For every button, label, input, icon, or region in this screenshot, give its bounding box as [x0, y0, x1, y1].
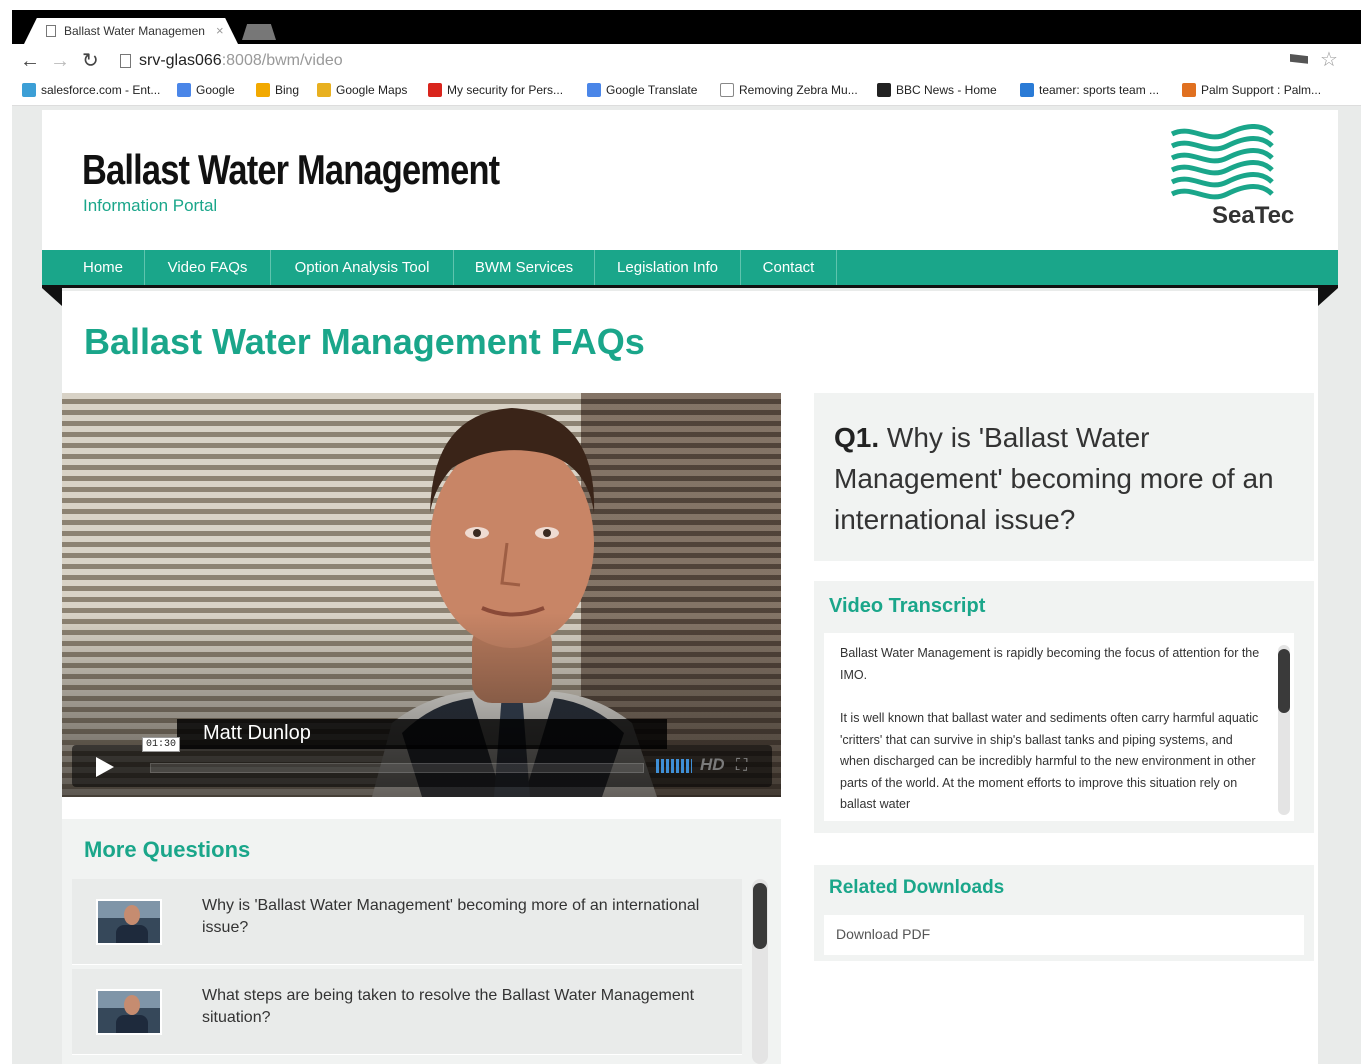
browser-toolbar: ← → ↻ srv-glas066:8008/bwm/video ☆ — [12, 44, 1361, 78]
bookmark-item[interactable]: Google Maps — [317, 83, 407, 97]
site-subtitle: Information Portal — [83, 196, 218, 215]
transcript-panel: Video Transcript Ballast Water Managemen… — [814, 581, 1314, 833]
nav-option-analysis-tool[interactable]: Option Analysis Tool — [271, 250, 454, 285]
new-tab-button[interactable] — [242, 24, 276, 40]
video-thumbnail[interactable] — [96, 989, 162, 1035]
speaker-name: Matt Dunlop — [203, 722, 311, 744]
forward-arrow-icon[interactable]: → — [50, 50, 70, 72]
bookmark-item[interactable]: Bing — [256, 83, 299, 97]
question-link[interactable]: Why is 'Ballast Water Management' becomi… — [202, 895, 722, 939]
content-area: Ballast Water Management FAQs Matt Dunlo… — [62, 291, 1318, 1064]
video-time: 01:30 — [142, 737, 181, 752]
logo-text: SeaTec — [1212, 202, 1295, 229]
bookmark-item[interactable]: salesforce.com - Ent... — [22, 83, 160, 97]
question-list-item[interactable]: Why is 'Ballast Water Management' becomi… — [72, 879, 742, 965]
bookmark-label: BBC News - Home — [896, 83, 997, 97]
bookmark-star-icon[interactable]: ☆ — [1320, 47, 1338, 72]
bookmark-item[interactable]: Google Translate — [587, 83, 697, 97]
nav-bwm-services[interactable]: BWM Services — [454, 250, 595, 285]
back-arrow-icon[interactable]: ← — [20, 50, 40, 72]
nav-video-faqs[interactable]: Video FAQs — [145, 250, 271, 285]
page-icon — [720, 83, 734, 97]
nav-legislation-info[interactable]: Legislation Info — [595, 250, 741, 285]
page-title: Ballast Water Management FAQs — [84, 321, 645, 362]
volume-icon[interactable] — [656, 759, 692, 773]
reload-icon[interactable]: ↻ — [82, 50, 99, 72]
video-player[interactable]: Matt Dunlop 01:30 HD ⛶ — [62, 393, 781, 797]
more-questions-panel: More Questions Why is 'Ballast Water Man… — [62, 819, 781, 1064]
question-panel: Q1. Why is 'Ballast Water Management' be… — [814, 393, 1314, 561]
bookmark-label: Google Translate — [606, 83, 698, 97]
video-controls: 01:30 HD ⛶ — [72, 737, 772, 787]
transcript-heading: Video Transcript — [829, 595, 986, 617]
google-icon — [177, 83, 191, 97]
transcript-scroll-thumb[interactable] — [1278, 649, 1290, 713]
bbc-icon — [877, 83, 891, 97]
bookmark-item[interactable]: Removing Zebra Mu... — [720, 83, 858, 97]
bookmark-label: Bing — [275, 83, 300, 97]
question-body: Why is 'Ballast Water Management' becomi… — [834, 422, 1274, 535]
maps-icon — [317, 83, 331, 97]
browser-tab-strip: Ballast Water Managemen × — [12, 10, 1361, 44]
url-text: srv-glas066:8008/bwm/video — [139, 52, 343, 69]
questions-scroll-thumb[interactable] — [753, 883, 767, 949]
bookmark-label: Google — [196, 83, 235, 97]
bookmark-label: Removing Zebra Mu... — [739, 83, 858, 97]
transcript-paragraph: It is well known that ballast water and … — [840, 711, 1259, 811]
main-nav: Home Video FAQs Option Analysis Tool BWM Se… — [42, 250, 1338, 288]
teamer-icon — [1020, 83, 1034, 97]
browser-tab-active[interactable]: Ballast Water Managemen × — [24, 18, 238, 44]
more-questions-heading: More Questions — [84, 837, 251, 862]
bookmark-item[interactable]: Google — [177, 83, 235, 97]
question-link[interactable]: What steps are being taken to resolve th… — [202, 985, 722, 1029]
question-number: Q1. — [834, 422, 880, 453]
page-icon — [46, 25, 56, 37]
site-header: Ballast Water Management Information Por… — [42, 110, 1338, 250]
transcript-text: Ballast Water Management is rapidly beco… — [840, 643, 1260, 838]
site-title[interactable]: Ballast Water Management — [82, 146, 500, 194]
address-bar[interactable]: srv-glas066:8008/bwm/video — [112, 50, 1282, 74]
video-progress-bar[interactable] — [150, 763, 644, 773]
translate-icon — [587, 83, 601, 97]
bookmark-item[interactable]: BBC News - Home — [877, 83, 997, 97]
palm-icon — [1182, 83, 1196, 97]
bookmark-item[interactable]: Palm Support : Palm... — [1182, 83, 1321, 97]
nav-contact[interactable]: Contact — [741, 250, 837, 285]
page-icon — [120, 54, 131, 68]
tab-title: Ballast Water Managemen — [64, 24, 205, 38]
video-thumbnail[interactable] — [96, 899, 162, 945]
bing-icon — [256, 83, 270, 97]
transcript-paragraph: Ballast Water Management is rapidly beco… — [840, 646, 1260, 682]
question-list-item[interactable]: What steps are being taken to resolve th… — [72, 969, 742, 1055]
bookmark-label: teamer: sports team ... — [1039, 83, 1160, 97]
question-text: Q1. Why is 'Ballast Water Management' be… — [834, 417, 1284, 540]
bookmark-label: Palm Support : Palm... — [1201, 83, 1322, 97]
bookmark-item[interactable]: teamer: sports team ... — [1020, 83, 1159, 97]
nav-home[interactable]: Home — [62, 250, 145, 285]
transcript-scrollbar[interactable] — [1278, 645, 1290, 815]
fullscreen-icon[interactable]: ⛶ — [736, 757, 747, 775]
bookmark-label: My security for Pers... — [447, 83, 564, 97]
security-icon — [428, 83, 442, 97]
related-downloads-panel: Related Downloads Download PDF — [814, 865, 1314, 961]
downloads-heading: Related Downloads — [829, 877, 1005, 898]
play-icon[interactable] — [96, 757, 114, 777]
downloads-list: Download PDF — [824, 915, 1304, 955]
close-icon[interactable]: × — [216, 23, 224, 38]
download-pdf-link[interactable]: Download PDF — [836, 926, 930, 942]
questions-scrollbar[interactable] — [752, 879, 768, 1064]
bookmark-label: salesforce.com - Ent... — [41, 83, 161, 97]
bookmark-label: Google Maps — [336, 83, 408, 97]
cloud-icon — [22, 83, 36, 97]
flag-icon[interactable] — [1290, 54, 1308, 64]
transcript-scroll-area[interactable]: Ballast Water Management is rapidly beco… — [824, 633, 1294, 821]
bookmarks-bar: salesforce.com - Ent... Google Bing Google … — [12, 78, 1361, 106]
hd-toggle[interactable]: HD — [700, 755, 725, 775]
bookmark-item[interactable]: My security for Pers... — [428, 83, 563, 97]
